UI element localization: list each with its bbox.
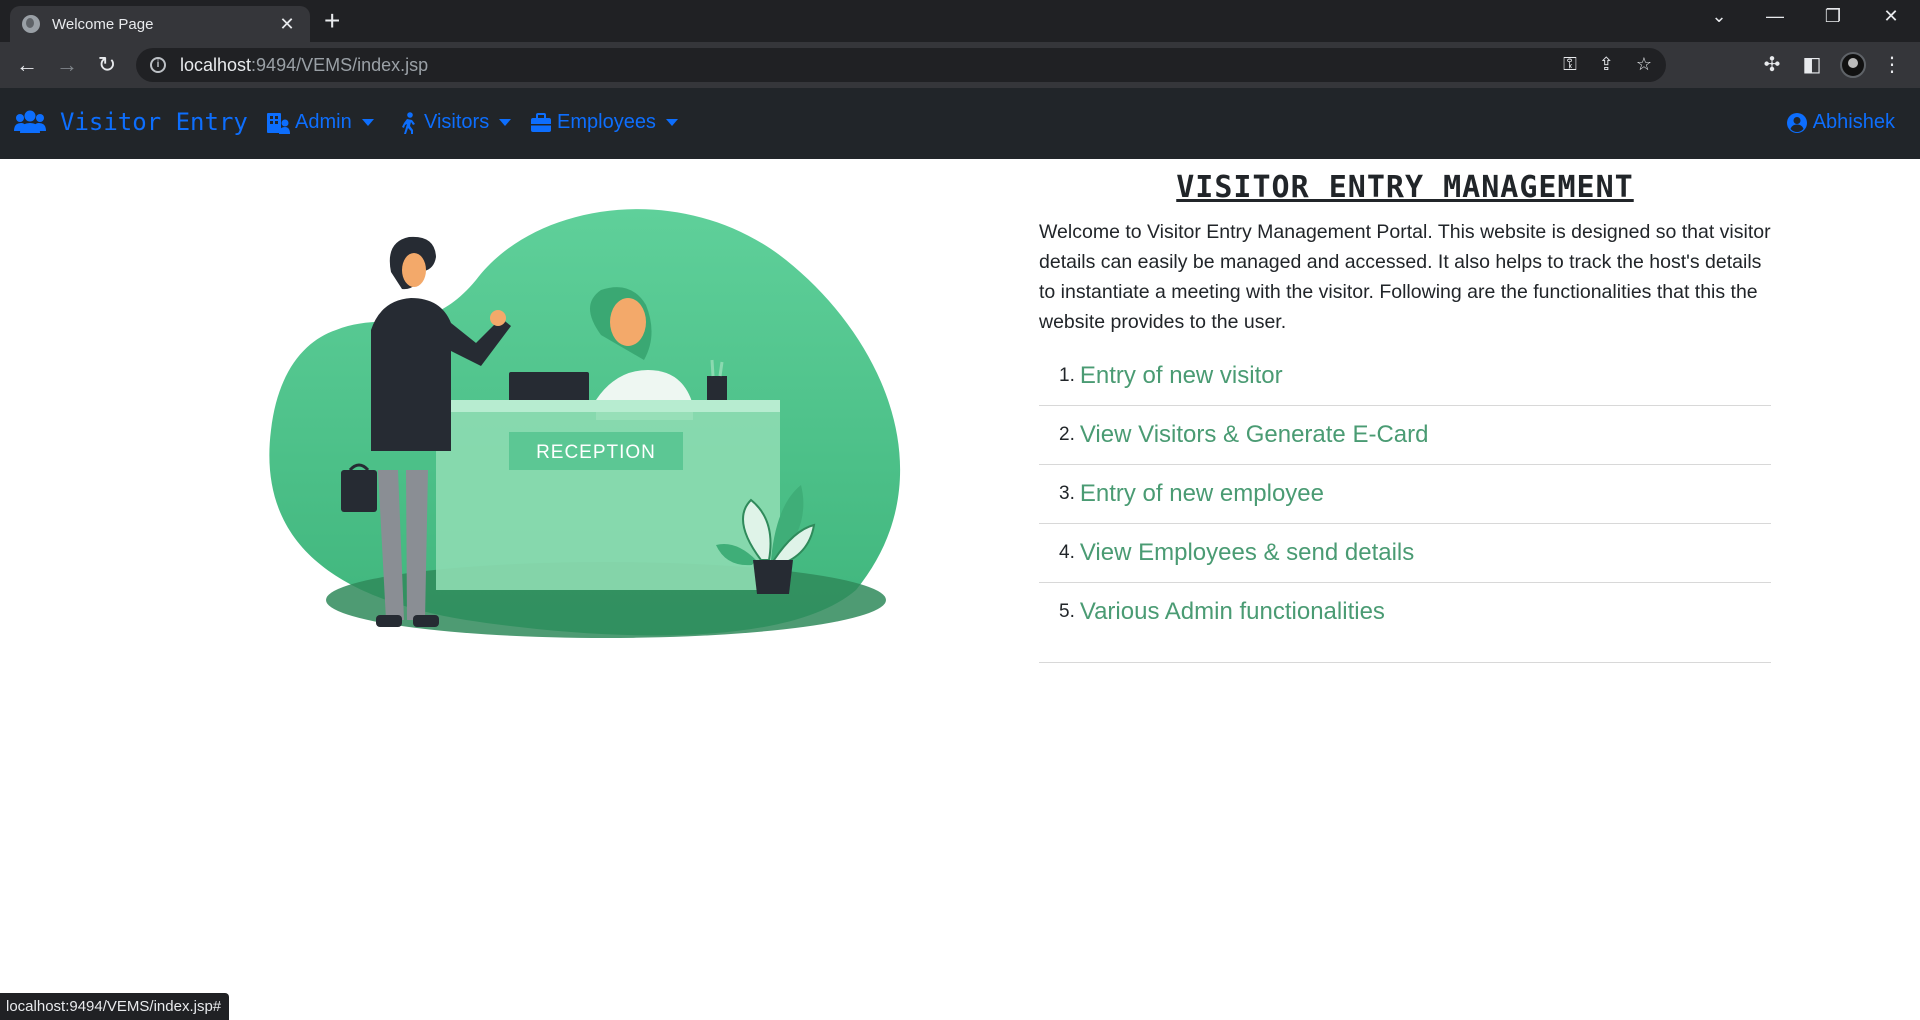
functionality-list: 1. Entry of new visitor 2. View Visitors… <box>1039 347 1771 663</box>
browser-tab[interactable]: Welcome Page ✕ <box>10 6 310 42</box>
back-arrow-icon[interactable]: ← <box>12 50 42 80</box>
tab-title: Welcome Page <box>52 15 154 33</box>
user-name: Abhishek <box>1812 111 1895 133</box>
person-walking-icon <box>402 111 415 134</box>
link-entry-new-visitor[interactable]: Entry of new visitor <box>1080 362 1283 390</box>
forward-arrow-icon[interactable]: → <box>52 50 82 80</box>
key-icon[interactable]: ⚿ <box>1563 54 1577 75</box>
user-circle-icon <box>1786 112 1807 133</box>
status-bar-url: localhost:9494/VEMS/index.jsp# <box>0 993 230 1020</box>
nav-employees-label: Employees <box>557 111 656 133</box>
minimize-icon[interactable]: — <box>1752 6 1798 27</box>
link-entry-new-employee[interactable]: Entry of new employee <box>1080 480 1324 508</box>
globe-icon <box>22 15 40 33</box>
browser-toolbar: ← → ↻ i localhost:9494/VEMS/index.jsp ⚿ … <box>0 42 1920 88</box>
extensions-icon[interactable]: ✣ <box>1757 50 1787 80</box>
users-icon <box>14 110 46 133</box>
briefcase-icon <box>531 112 551 132</box>
list-item-number: 5. <box>1059 600 1075 622</box>
list-item-number: 3. <box>1059 483 1075 504</box>
reception-illustration: RECEPTION <box>269 209 901 638</box>
side-panel-icon[interactable]: ◧ <box>1797 50 1827 80</box>
list-item-number: 2. <box>1059 424 1075 445</box>
link-admin-functionalities[interactable]: Various Admin functionalities <box>1080 598 1385 626</box>
list-item: 4. View Employees & send details <box>1039 524 1771 583</box>
page-title: VISITOR ENTRY MANAGEMENT <box>1176 170 1634 205</box>
profile-avatar[interactable] <box>1840 52 1866 78</box>
brand[interactable]: Visitor Entry <box>14 108 248 136</box>
browser-tab-bar: Welcome Page ✕ + ⌄ — ❐ ✕ <box>0 0 1920 42</box>
reception-desk <box>436 400 780 590</box>
star-icon[interactable]: ☆ <box>1636 54 1652 75</box>
list-item: 3. Entry of new employee <box>1039 465 1771 524</box>
tab-close-icon[interactable]: ✕ <box>276 14 298 35</box>
list-item: 5. Various Admin functionalities <box>1039 583 1771 663</box>
link-view-employees[interactable]: View Employees & send details <box>1080 539 1414 567</box>
site-info-icon[interactable]: i <box>150 57 166 73</box>
restore-icon[interactable]: ❐ <box>1810 6 1856 27</box>
briefcase <box>341 470 377 512</box>
reception-text: RECEPTION <box>536 442 656 463</box>
app-navbar: Visitor Entry Admin Visitors Employees A… <box>0 88 1920 159</box>
url-host: localhost <box>180 54 252 75</box>
nav-visitors-label: Visitors <box>424 111 490 133</box>
share-icon[interactable]: ⇪ <box>1599 54 1614 75</box>
intro-paragraph: Welcome to Visitor Entry Management Port… <box>1039 221 1771 333</box>
building-user-icon <box>267 112 290 134</box>
nav-employees-dropdown[interactable]: Employees <box>530 111 678 134</box>
list-item-number: 1. <box>1059 365 1075 386</box>
monitor <box>509 372 589 402</box>
url-path: :9494/VEMS/index.jsp <box>251 54 429 75</box>
menu-dots-icon[interactable]: ⋮ <box>1877 50 1907 80</box>
nav-visitors-dropdown[interactable]: Visitors <box>397 111 512 134</box>
caret-down-icon <box>361 119 374 126</box>
list-item-number: 4. <box>1059 542 1075 563</box>
link-view-visitors[interactable]: View Visitors & Generate E-Card <box>1080 421 1429 449</box>
caret-down-icon <box>665 119 678 126</box>
address-bar[interactable]: i localhost:9494/VEMS/index.jsp ⚿ ⇪ ☆ <box>136 48 1666 82</box>
reload-icon[interactable]: ↻ <box>92 50 122 80</box>
nav-user[interactable]: Abhishek <box>1786 111 1895 134</box>
list-item: 2. View Visitors & Generate E-Card <box>1039 406 1771 465</box>
nav-admin-label: Admin <box>295 111 352 133</box>
new-tab-icon[interactable]: + <box>324 7 340 35</box>
window-close-icon[interactable]: ✕ <box>1868 6 1914 27</box>
tab-search-icon[interactable]: ⌄ <box>1696 6 1742 27</box>
nav-admin-dropdown[interactable]: Admin <box>266 111 374 134</box>
caret-down-icon <box>499 119 512 126</box>
brand-text: Visitor Entry <box>60 108 248 136</box>
main-content: VISITOR ENTRY MANAGEMENT Welcome to Visi… <box>1039 170 1771 663</box>
list-item: 1. Entry of new visitor <box>1039 347 1771 406</box>
